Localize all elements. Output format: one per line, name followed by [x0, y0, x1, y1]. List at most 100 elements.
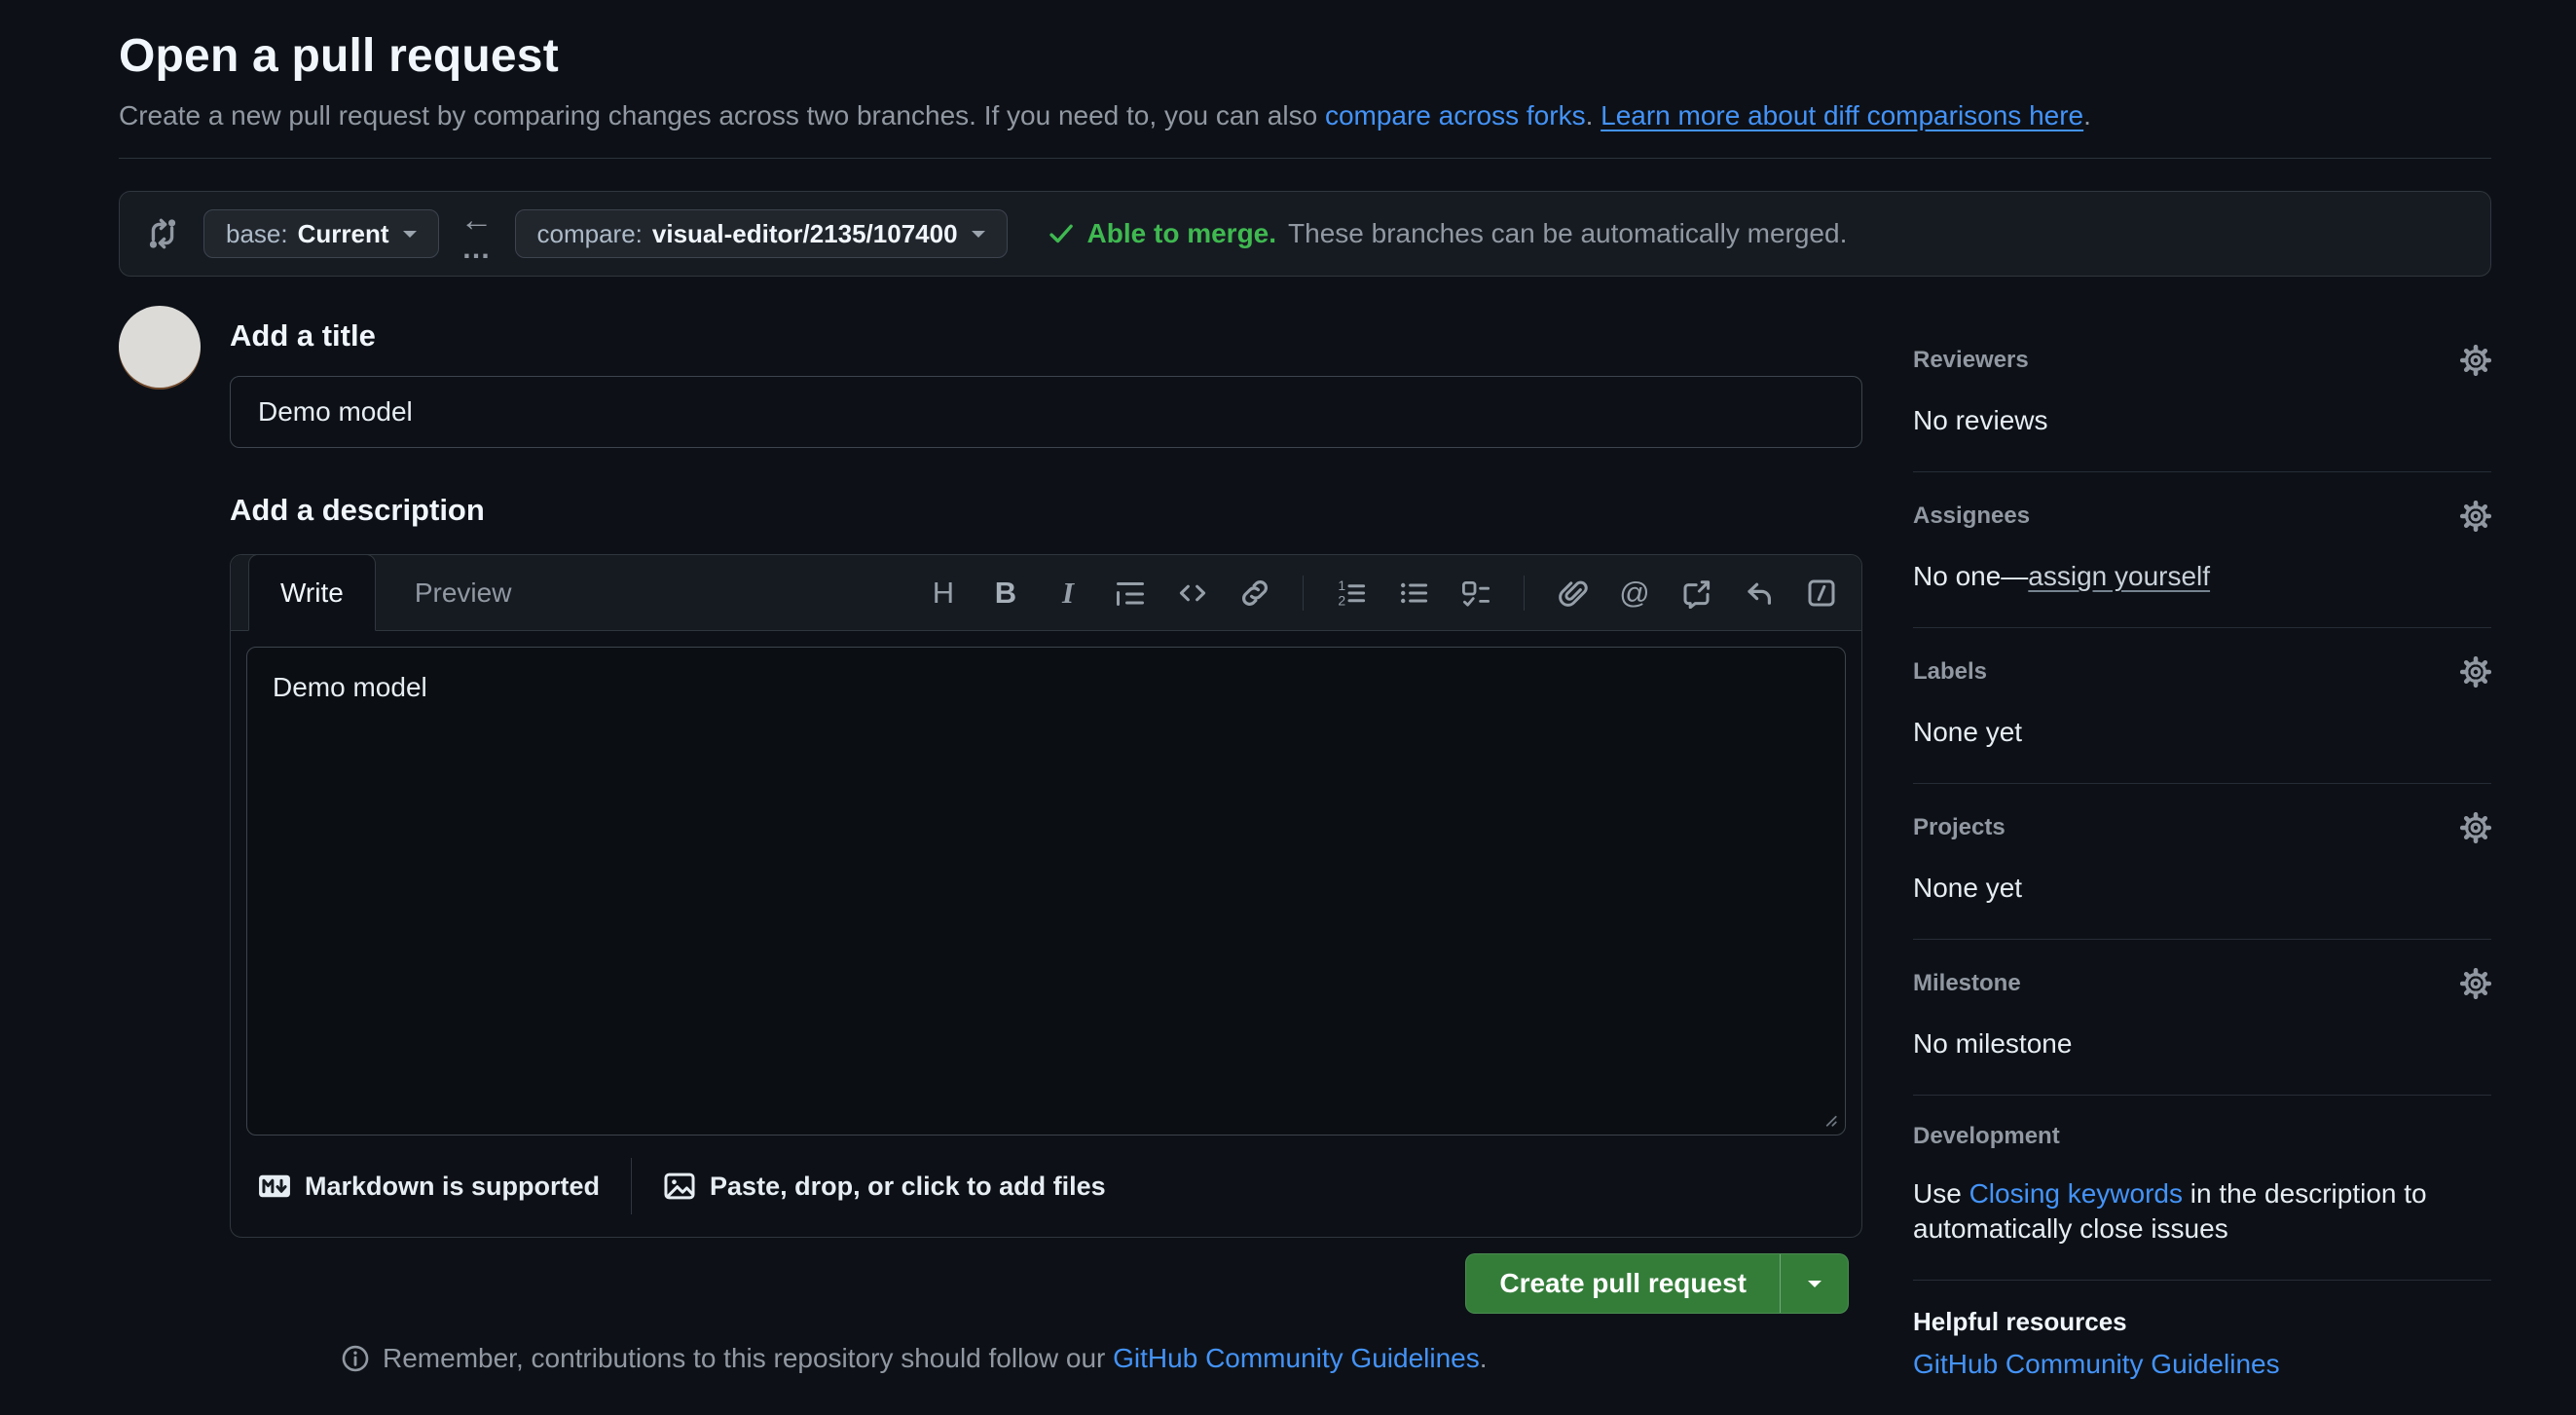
title-label: Add a title [230, 318, 1862, 354]
compare-across-forks-link[interactable]: compare across forks [1325, 100, 1586, 130]
mention-icon[interactable]: @ [1616, 574, 1653, 613]
diff-comparisons-link[interactable]: Learn more about diff comparisons here [1601, 100, 2083, 130]
cross-reference-icon[interactable] [1678, 574, 1715, 613]
assign-yourself-link[interactable]: assign yourself [2028, 561, 2210, 591]
svg-text:2: 2 [1338, 592, 1345, 608]
gear-icon[interactable] [2460, 501, 2491, 532]
projects-section: Projects None yet [1913, 784, 2491, 940]
link-icon[interactable] [1236, 574, 1273, 613]
development-text: Use [1913, 1178, 1969, 1209]
page-subtitle: Create a new pull request by comparing c… [119, 97, 2491, 134]
editor-tabbar: Write Preview H B I [231, 555, 1861, 631]
create-pull-request-options-button[interactable] [1780, 1254, 1848, 1313]
svg-text:1: 1 [1338, 577, 1345, 593]
projects-heading: Projects [1913, 815, 2006, 840]
ellipsis-icon: … [461, 235, 492, 264]
base-branch-dropdown[interactable]: base: Current [203, 209, 439, 258]
base-branch-label: base: [226, 219, 288, 249]
slash-command-icon[interactable] [1803, 574, 1840, 613]
merge-status: Able to merge. These branches can be aut… [1047, 218, 1848, 249]
editor-toolbar: H B I [925, 555, 1861, 630]
chevron-down-icon [972, 231, 985, 238]
gear-icon[interactable] [2460, 656, 2491, 688]
left-arrow-icon: ← [460, 204, 494, 237]
labels-section: Labels None yet [1913, 628, 2491, 784]
assignees-section: Assignees No one—assign yourself [1913, 472, 2491, 628]
reply-icon[interactable] [1741, 574, 1778, 613]
reviewers-heading: Reviewers [1913, 348, 2029, 373]
subtitle-text: . [1586, 100, 1601, 130]
description-label: Add a description [230, 493, 1862, 528]
pr-sidebar: Reviewers No reviews Assignees [1913, 306, 2491, 1415]
compare-direction-indicator: ← … [460, 204, 494, 264]
git-compare-icon [145, 216, 180, 251]
assignees-none-text: No one— [1913, 561, 2028, 591]
compare-branch-value: visual-editor/2135/107400 [652, 219, 958, 249]
create-pull-request-button[interactable]: Create pull request [1466, 1254, 1780, 1313]
paste-note: Paste, drop, or click to add files [710, 1172, 1106, 1202]
ordered-list-icon[interactable]: 1 2 [1333, 574, 1370, 613]
github-community-guidelines-link[interactable]: GitHub Community Guidelines [1913, 1349, 2280, 1379]
development-heading: Development [1913, 1124, 2060, 1149]
milestone-value: No milestone [1913, 1026, 2491, 1061]
check-icon [1047, 219, 1076, 248]
markdown-icon [258, 1170, 291, 1203]
merge-status-emphasis: Able to merge. [1087, 218, 1276, 249]
helpful-resources-heading: Helpful resources [1913, 1309, 2127, 1334]
assignees-heading: Assignees [1913, 503, 2030, 529]
tab-preview[interactable]: Preview [376, 555, 551, 630]
reminder-suffix: . [1480, 1343, 1488, 1373]
closing-keywords-link[interactable]: Closing keywords [1969, 1178, 2183, 1209]
reviewers-section: Reviewers No reviews [1913, 345, 2491, 472]
milestone-heading: Milestone [1913, 971, 2021, 996]
image-icon [663, 1170, 696, 1203]
page-header: Open a pull request Create a new pull re… [119, 27, 2491, 134]
heading-icon[interactable]: H [925, 574, 962, 613]
development-section: Development Use Closing keywords in the … [1913, 1096, 2491, 1281]
unordered-list-icon[interactable] [1395, 574, 1432, 613]
gear-icon[interactable] [2460, 812, 2491, 843]
markdown-supported-link[interactable]: Markdown is supported [258, 1170, 600, 1203]
italic-icon[interactable]: I [1049, 574, 1086, 613]
reviewers-value: No reviews [1913, 403, 2491, 438]
page-title: Open a pull request [119, 27, 2491, 86]
compare-branch-dropdown[interactable]: compare: visual-editor/2135/107400 [515, 209, 1008, 258]
labels-value: None yet [1913, 715, 2491, 750]
title-input[interactable] [230, 376, 1862, 448]
header-divider [119, 158, 2491, 159]
development-value: Use Closing keywords in the description … [1913, 1176, 2491, 1247]
quote-icon[interactable] [1112, 574, 1149, 613]
community-guidelines-link[interactable]: GitHub Community Guidelines [1113, 1343, 1480, 1373]
markdown-note: Markdown is supported [305, 1172, 600, 1202]
base-branch-value: Current [298, 219, 389, 249]
chevron-down-icon [403, 231, 417, 238]
compare-branch-label: compare: [537, 219, 643, 249]
helpful-resources-value: GitHub Community Guidelines [1913, 1347, 2491, 1382]
toolbar-separator [1303, 576, 1304, 611]
milestone-section: Milestone No milestone [1913, 940, 2491, 1096]
tab-write[interactable]: Write [248, 554, 376, 631]
subtitle-text: . [2083, 100, 2091, 130]
info-icon [341, 1344, 370, 1373]
footer-separator [631, 1158, 632, 1214]
projects-value: None yet [1913, 871, 2491, 906]
tasklist-icon[interactable] [1457, 574, 1494, 613]
chevron-down-icon [1808, 1281, 1822, 1287]
gear-icon[interactable] [2460, 968, 2491, 999]
helpful-resources-section: Helpful resources GitHub Community Guide… [1913, 1281, 2491, 1415]
create-pull-request-split-button: Create pull request [1465, 1253, 1849, 1314]
description-textarea[interactable]: Demo model [246, 647, 1846, 1136]
bold-icon[interactable]: B [987, 574, 1024, 613]
subtitle-text: Create a new pull request by comparing c… [119, 100, 1325, 130]
code-icon[interactable] [1174, 574, 1211, 613]
labels-heading: Labels [1913, 659, 1987, 685]
pr-form: Add a title Add a description Write Prev… [119, 306, 1862, 1415]
reminder-prefix: Remember, contributions to this reposito… [383, 1343, 1113, 1373]
toolbar-separator [1524, 576, 1525, 611]
avatar [119, 306, 201, 388]
markdown-editor: Write Preview H B I [230, 554, 1862, 1238]
gear-icon[interactable] [2460, 345, 2491, 376]
attach-file-icon[interactable] [1554, 574, 1591, 613]
resize-handle[interactable] [1821, 1110, 1838, 1128]
attach-files-button[interactable]: Paste, drop, or click to add files [663, 1170, 1106, 1203]
